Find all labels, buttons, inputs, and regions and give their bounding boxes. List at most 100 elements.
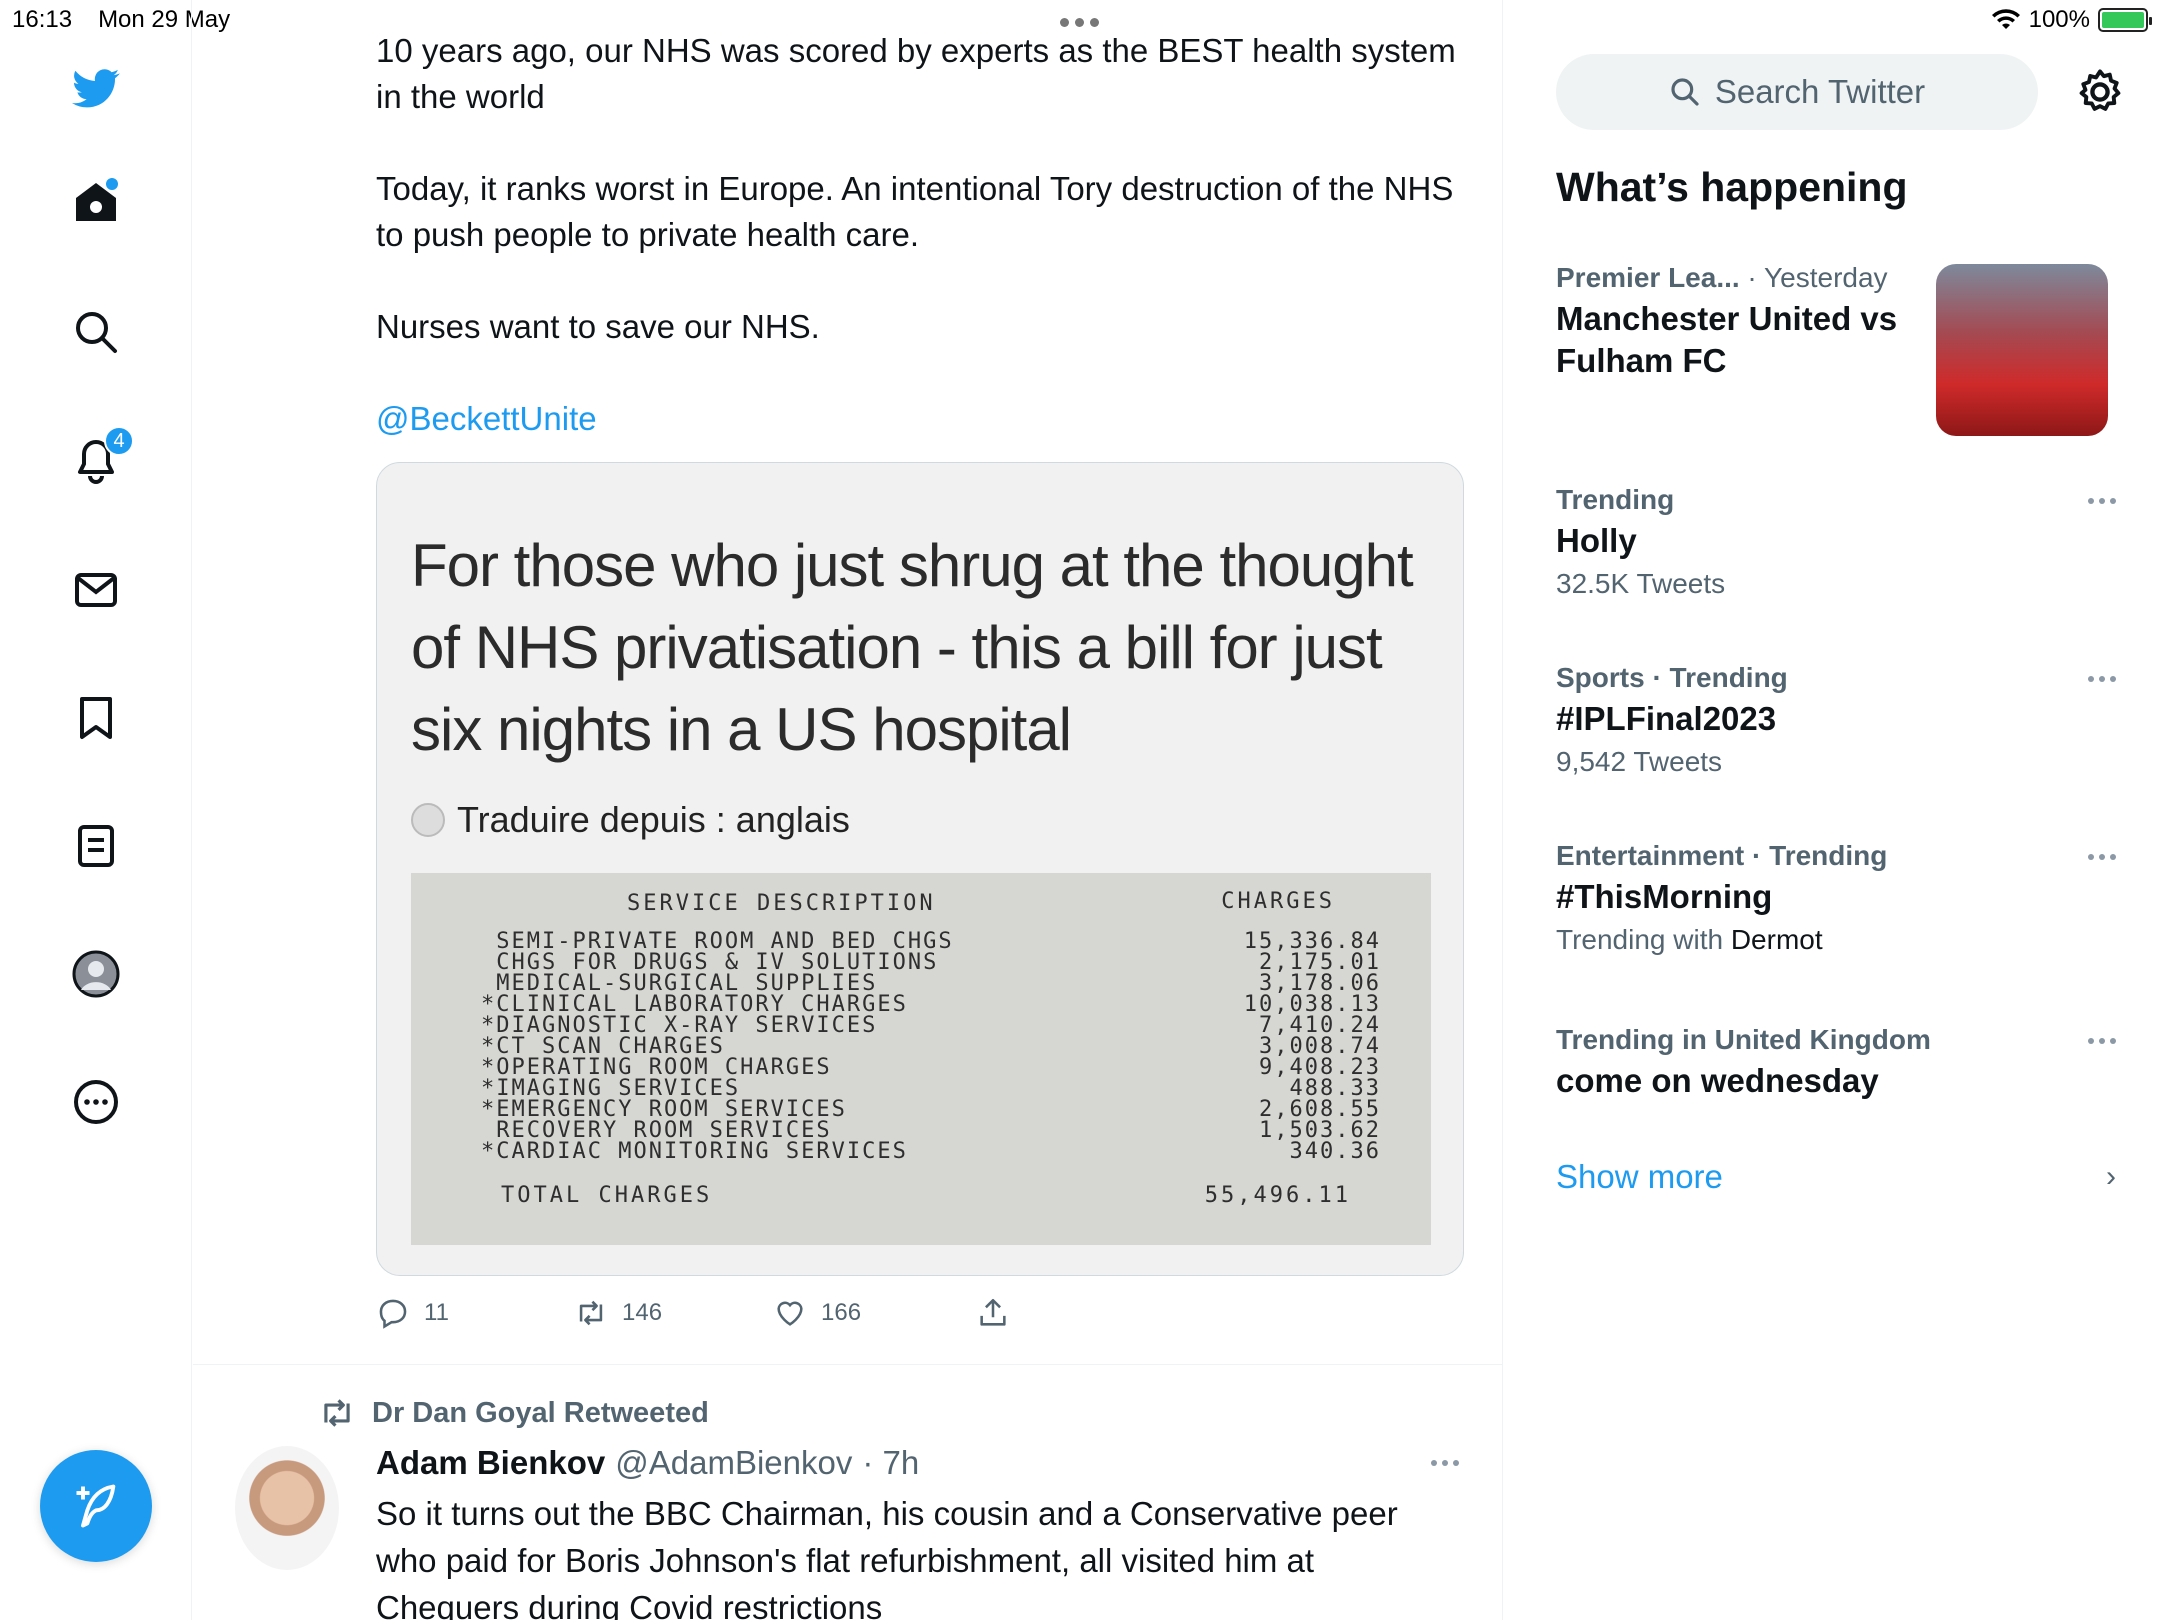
trend-title: #ThisMorning <box>1556 878 1773 915</box>
trend-category: Entertainment · Trending <box>1556 840 1888 871</box>
trend-count: 9,542 Tweets <box>1556 746 1723 777</box>
tweet-time: · 7h <box>862 1444 920 1481</box>
reply-icon <box>379 1299 407 1329</box>
bill-row-amount: 1,503.62 <box>1259 1118 1381 1143</box>
nav-explore[interactable] <box>56 292 136 372</box>
search-input[interactable]: Search Twitter <box>1556 54 2038 130</box>
tweet-more-icon[interactable] <box>1431 1460 1459 1466</box>
trend-with-name: Dermot <box>1730 924 1823 955</box>
bill-row: MEDICAL-SURGICAL SUPPLIES 3,178.06 <box>481 971 1381 996</box>
trend-category: Sports · Trending <box>1556 662 1788 693</box>
bill-row-amount: 10,038.13 <box>1243 992 1381 1017</box>
bill-row: CHGS FOR DRUGS & IV SOLUTIONS 2,175.01 <box>481 952 1381 974</box>
share-icon <box>980 1298 1006 1326</box>
retweeted-by[interactable]: Dr Dan Goyal Retweeted <box>318 1394 709 1432</box>
more-circle-icon <box>74 1080 118 1124</box>
envelope-icon <box>75 573 117 607</box>
trend-more-icon[interactable] <box>2088 1038 2116 1044</box>
trend-time: · Yesterday <box>1739 262 1888 293</box>
trend-item[interactable]: Trending Holly 32.5K Tweets <box>1556 484 2116 600</box>
bill-header-description: SERVICE DESCRIPTION <box>627 891 936 916</box>
bill-total-label: TOTAL CHARGES <box>501 1183 713 1208</box>
trend-item[interactable]: Entertainment · Trending #ThisMorning Tr… <box>1556 840 2116 956</box>
globe-icon <box>411 803 445 837</box>
retweeted-by-label: Dr Dan Goyal Retweeted <box>372 1396 709 1429</box>
tweet-paragraph: Today, it ranks worst in Europe. An inte… <box>376 170 1454 253</box>
avatar[interactable] <box>235 1446 339 1570</box>
bill-row: RECOVERY ROOM SERVICES 1,503.62 <box>481 1118 1381 1143</box>
bill-row-description: *DIAGNOSTIC X-RAY SERVICES <box>481 1013 878 1038</box>
trend-category: Premier Lea... <box>1556 262 1740 293</box>
twitter-logo-icon[interactable] <box>56 48 136 128</box>
translate-label: Traduire depuis : anglais <box>457 799 850 840</box>
bill-row-amount: 340.36 <box>1289 1139 1381 1164</box>
trend-more-icon[interactable] <box>2088 498 2116 504</box>
bill-row-description: *EMERGENCY ROOM SERVICES <box>481 1097 847 1122</box>
show-more-label: Show more <box>1556 1158 1723 1195</box>
nav-messages[interactable] <box>56 550 136 630</box>
bill-total-amount: 55,496.11 <box>1204 1183 1351 1208</box>
bill-row: *EMERGENCY ROOM SERVICES 2,608.55 <box>481 1097 1381 1122</box>
like-button[interactable]: 166 <box>773 1296 861 1330</box>
reply-button[interactable]: 11 <box>376 1296 449 1330</box>
retweet-icon <box>324 1399 350 1427</box>
bill-rows: SEMI-PRIVATE ROOM AND BED CHGS 15,336.84 … <box>481 929 1381 1164</box>
tweet-body: 10 years ago, our NHS was scored by expe… <box>376 28 1456 442</box>
compose-tweet-button[interactable] <box>40 1450 152 1562</box>
bill-row: *CARDIAC MONITORING SERVICES 340.36 <box>481 1139 1381 1164</box>
trend-item[interactable]: Premier Lea... · Yesterday Manchester Un… <box>1556 262 1916 382</box>
notification-badge: 4 <box>104 426 134 456</box>
show-more-link[interactable]: Show more › <box>1556 1158 2116 1196</box>
nav-more[interactable] <box>56 1062 136 1142</box>
nav-profile[interactable] <box>56 934 136 1014</box>
bill-row: *CT SCAN CHARGES 3,008.74 <box>481 1034 1381 1059</box>
bookmark-icon <box>80 697 112 739</box>
hospital-bill: SERVICE DESCRIPTION CHARGES SEMI-PRIVATE… <box>411 873 1431 1245</box>
author-name[interactable]: Adam Bienkov <box>376 1444 605 1482</box>
trend-category: Trending in United Kingdom <box>1556 1024 1931 1055</box>
feather-plus-icon <box>76 1484 116 1528</box>
tweet-actions: 11 146 166 <box>376 1296 1076 1336</box>
mention-link[interactable]: @BeckettUnite <box>376 400 597 437</box>
bill-row: SEMI-PRIVATE ROOM AND BED CHGS 15,336.84 <box>481 929 1381 954</box>
tweet-divider <box>193 1364 1503 1365</box>
gear-icon[interactable] <box>2074 66 2126 118</box>
bill-row-amount: 488.33 <box>1289 1076 1381 1101</box>
share-button[interactable] <box>976 1296 1010 1330</box>
nav-home[interactable] <box>56 162 136 242</box>
bill-row-description: SEMI-PRIVATE ROOM AND BED CHGS <box>481 929 954 954</box>
author-handle[interactable]: @AdamBienkov <box>615 1444 852 1482</box>
search-icon <box>76 312 117 353</box>
bill-row-description: RECOVERY ROOM SERVICES <box>481 1118 832 1143</box>
bill-row: *OPERATING ROOM CHARGES 9,408.23 <box>481 1055 1381 1080</box>
trend-more-icon[interactable] <box>2088 676 2116 682</box>
trend-more-icon[interactable] <box>2088 854 2116 860</box>
retweet-icon <box>579 1300 603 1326</box>
timeline: 10 years ago, our NHS was scored by expe… <box>193 0 1503 1620</box>
trend-item[interactable]: Sports · Trending #IPLFinal2023 9,542 Tw… <box>1556 662 2116 778</box>
trend-title: Holly <box>1556 522 1637 559</box>
nav-notifications[interactable]: 4 <box>56 420 136 500</box>
list-icon <box>78 825 114 867</box>
reply-count: 11 <box>424 1299 449 1326</box>
right-sidebar: Search Twitter What’s happening Premier … <box>1504 0 2160 1620</box>
bill-row-amount: 3,178.06 <box>1259 971 1381 996</box>
bill-row-amount: 9,408.23 <box>1259 1055 1381 1080</box>
tweet-image[interactable]: For those who just shrug at the thought … <box>376 462 1464 1276</box>
tweet-header: Adam Bienkov @AdamBienkov · 7h <box>376 1444 919 1482</box>
bill-row-amount: 3,008.74 <box>1259 1034 1381 1059</box>
bill-header-charges: CHARGES <box>1221 889 1335 914</box>
whats-happening-title: What’s happening <box>1556 164 1908 210</box>
nav-bookmarks[interactable] <box>56 678 136 758</box>
search-icon <box>1671 78 1699 106</box>
tweet-paragraph: 10 years ago, our NHS was scored by expe… <box>376 32 1456 115</box>
trend-title: Manchester United vs Fulham FC <box>1556 300 1898 379</box>
image-heading: For those who just shrug at the thought … <box>411 532 1414 763</box>
nav-lists[interactable] <box>56 806 136 886</box>
trend-thumbnail[interactable] <box>1936 264 2108 436</box>
trend-item[interactable]: Trending in United Kingdom come on wedne… <box>1556 1024 2116 1102</box>
bill-row: *IMAGING SERVICES 488.33 <box>481 1076 1381 1101</box>
bill-row-description: MEDICAL-SURGICAL SUPPLIES <box>481 971 878 996</box>
retweet-button[interactable]: 146 <box>574 1296 662 1330</box>
tweet-body: So it turns out the BBC Chairman, his co… <box>376 1495 1398 1620</box>
